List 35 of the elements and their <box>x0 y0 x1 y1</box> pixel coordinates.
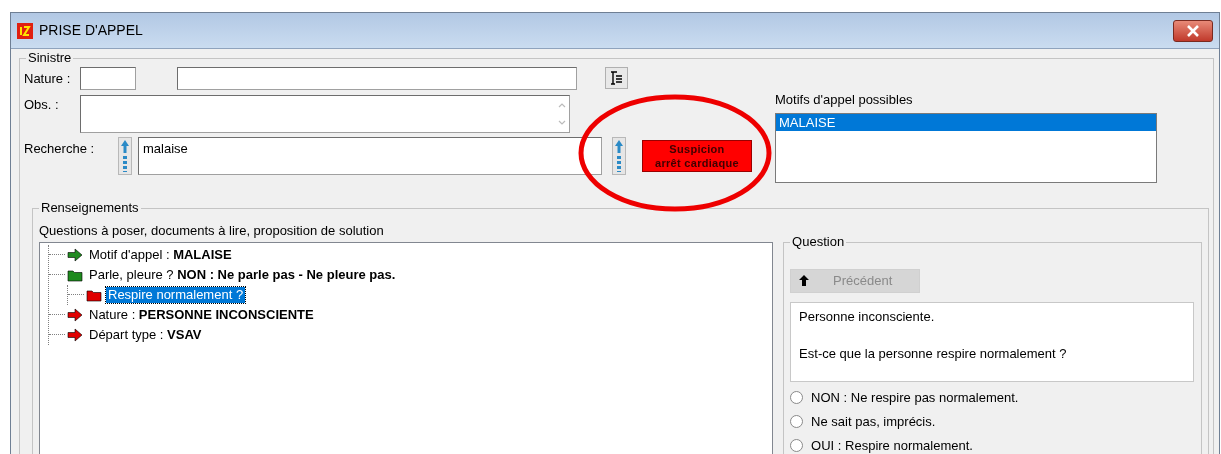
field-label: Recherche : <box>24 140 96 158</box>
tree-caption: Questions à poser, documents à lire, proposition de solution <box>39 222 385 238</box>
tree-item[interactable]: Motif d'appel : MALAISE <box>87 246 234 263</box>
tree-icon <box>610 71 623 85</box>
question-text: Personne inconsciente. <box>799 307 936 326</box>
obs-field[interactable] <box>80 95 570 133</box>
group-legend: Question <box>790 234 847 249</box>
close-button[interactable] <box>1173 19 1213 42</box>
arrow-up-icon <box>614 139 624 173</box>
field-label: Nature : <box>24 70 72 88</box>
alert-button[interactable]: Suspicion arrêt cardiaque <box>642 140 752 172</box>
group-legend: Sinistre <box>26 51 74 65</box>
app-icon <box>17 22 33 39</box>
tree-item[interactable]: Parle, pleure ? NON : Ne parle pas - Ne pleure pas. <box>87 266 398 283</box>
radio-option[interactable]: Ne sait pas, imprécis. <box>790 409 1201 434</box>
radio-option[interactable]: NON : Ne respire pas normalement. <box>790 385 1201 410</box>
nature-field[interactable] <box>177 67 577 90</box>
search-field[interactable]: malaise <box>138 137 602 175</box>
list-item[interactable]: MALAISE <box>776 113 1156 131</box>
list-label: Motifs d'appel possibles <box>775 91 914 109</box>
radio-option[interactable]: OUI : Respire normalement. <box>790 433 1201 454</box>
group-legend: Renseignements <box>39 200 141 215</box>
tree-item[interactable]: Respire normalement ? <box>106 286 246 303</box>
close-icon <box>1186 24 1200 37</box>
arrow-up-button[interactable] <box>118 137 132 175</box>
question-text: Est-ce que la personne respire normalement ? <box>799 345 1068 363</box>
nature-code-field[interactable] <box>80 67 136 90</box>
tree-item[interactable]: Nature : PERSONNE INCONSCIENTE <box>87 306 316 323</box>
arrow-up-button[interactable] <box>612 137 626 175</box>
arrow-up-icon <box>799 275 810 286</box>
arrow-up-icon <box>120 139 130 173</box>
field-label: Obs. : <box>24 96 60 114</box>
tree-item[interactable]: Départ type : VSAV <box>87 326 204 343</box>
window-title: PRISE D'APPEL <box>39 21 143 40</box>
tree-view-button[interactable] <box>605 67 628 89</box>
